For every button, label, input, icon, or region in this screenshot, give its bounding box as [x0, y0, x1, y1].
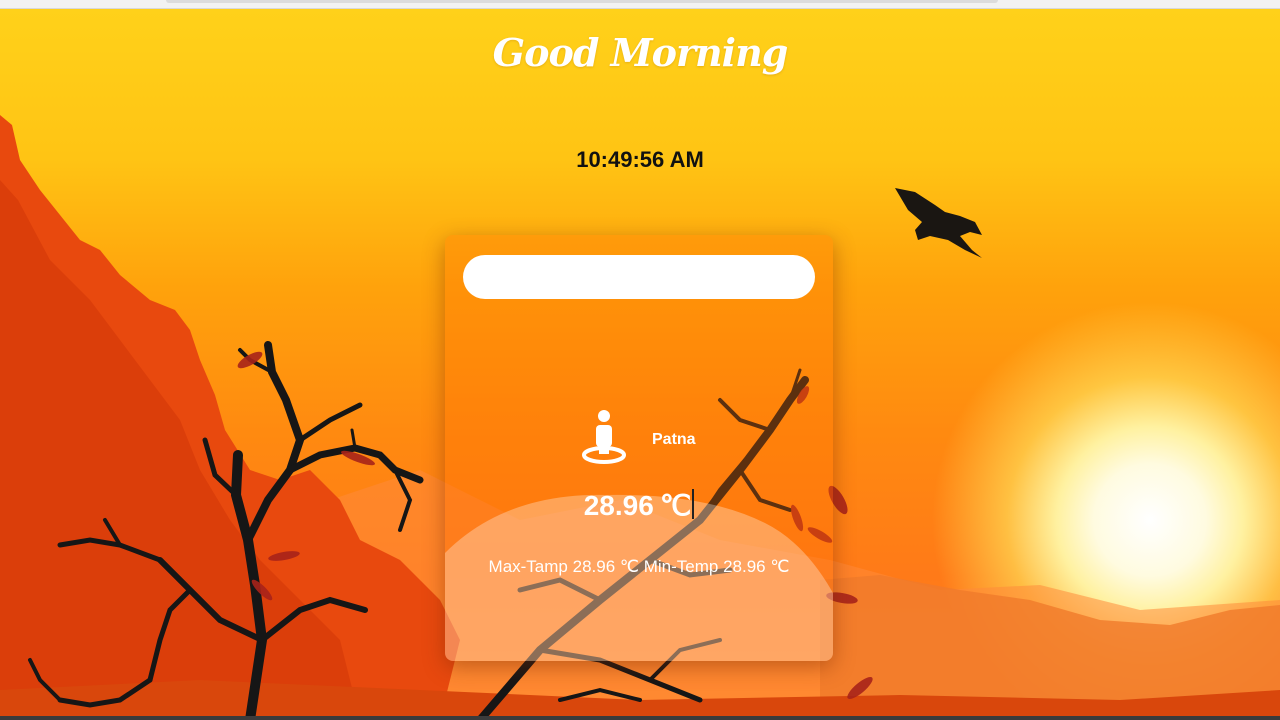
min-temp-value: 28.96: [723, 557, 766, 576]
city-name: Patna: [652, 431, 696, 448]
max-temp-unit: ℃: [619, 557, 639, 576]
min-temp-label: Min-Temp: [643, 557, 719, 576]
temperature-value: 28.96: [583, 490, 654, 521]
weather-card: Patna 28.96 ℃ Max-Tamp 28.96 ℃ Min-Temp 2…: [445, 235, 833, 661]
current-temperature: 28.96 ℃: [445, 489, 833, 522]
eagle-icon: [895, 188, 982, 258]
bottom-edge-bar: [0, 716, 1280, 720]
min-max-temperature: Max-Tamp 28.96 ℃ Min-Temp 28.96 ℃: [445, 557, 833, 577]
max-temp-label: Max-Tamp: [488, 557, 568, 576]
clock-display: 10:49:56 AM: [576, 147, 704, 172]
person-location-icon: [582, 410, 626, 464]
min-temp-unit: ℃: [770, 557, 790, 576]
city-search-input[interactable]: [463, 255, 815, 299]
max-temp-value: 28.96: [572, 557, 616, 576]
weather-page: Good Morning 10:49:56 AM Patna 28.96 ℃ Ma…: [0, 0, 1280, 720]
greeting-title: Good Morning: [492, 30, 789, 75]
text-caret: [692, 489, 695, 519]
temperature-unit: ℃: [659, 490, 692, 521]
location-row: Patna: [580, 409, 696, 465]
